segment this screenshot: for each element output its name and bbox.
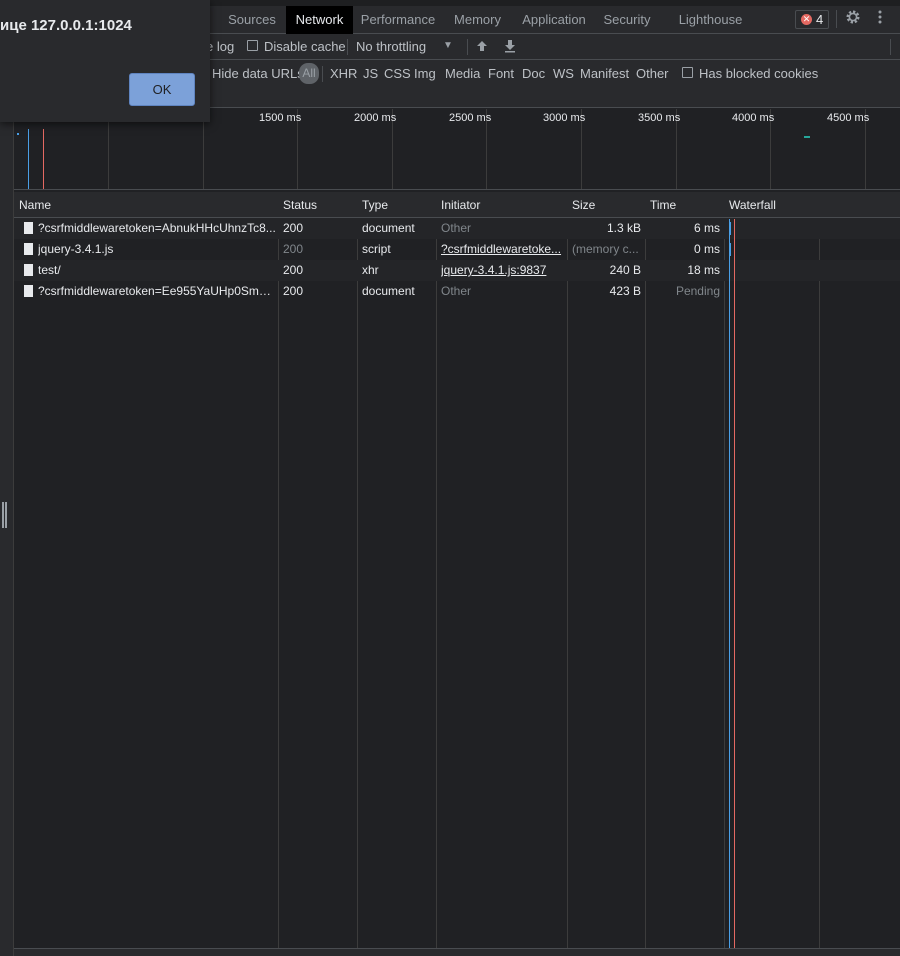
export-har-icon[interactable] (503, 39, 517, 53)
request-time: 6 ms (693, 221, 720, 235)
overview-tick: 2000 ms (354, 112, 397, 124)
request-status: 200 (283, 263, 304, 277)
waterfall-dom-content-loaded-line (729, 219, 730, 948)
column-name[interactable]: Name (14, 192, 51, 218)
request-type: document (362, 221, 415, 235)
column-waterfall[interactable]: Waterfall (724, 192, 776, 218)
chevron-down-icon[interactable]: ▼ (443, 40, 453, 51)
tab-application[interactable]: Application (517, 6, 591, 34)
disable-cache-checkbox[interactable] (247, 40, 258, 51)
overview-tick: 4000 ms (732, 112, 775, 124)
filter-media[interactable]: Media (445, 66, 480, 81)
error-count-badge[interactable]: ✕ 4 (795, 10, 829, 29)
tab-security[interactable]: Security (601, 6, 653, 34)
resize-handle[interactable] (2, 502, 7, 528)
request-name[interactable]: test/ (38, 260, 276, 281)
overview-request-bar (804, 136, 810, 138)
disable-cache-label[interactable]: Disable cache (264, 39, 346, 54)
import-har-icon[interactable] (475, 39, 489, 53)
requests-table-header: Name Status Type Initiator Size Time Wat… (14, 192, 900, 218)
request-time: Pending (675, 284, 720, 298)
hide-data-urls-label[interactable]: Hide data URLs (212, 66, 304, 81)
preserve-log-label[interactable]: e log (206, 39, 234, 54)
table-row[interactable]: ?csrfmiddlewaretoken=AbnukHHcUhnzTc8... … (14, 218, 900, 239)
column-initiator[interactable]: Initiator (436, 192, 480, 218)
table-row[interactable]: jquery-3.4.1.js 200 script ?csrfmiddlewa… (14, 239, 900, 260)
dom-content-loaded-line (28, 129, 29, 189)
column-type[interactable]: Type (357, 192, 388, 218)
request-size: 240 B (609, 263, 641, 277)
tab-network[interactable]: Network (286, 6, 353, 34)
ok-button[interactable]: OK (129, 73, 195, 106)
error-icon: ✕ (801, 14, 812, 25)
request-time: 18 ms (687, 263, 720, 277)
more-options-icon[interactable] (876, 9, 884, 25)
filter-other[interactable]: Other (636, 66, 669, 81)
filter-manifest[interactable]: Manifest (580, 66, 629, 81)
request-time: 0 ms (693, 242, 720, 256)
request-name[interactable]: ?csrfmiddlewaretoken=AbnukHHcUhnzTc8... (38, 218, 276, 239)
request-status: 200 (283, 221, 304, 235)
overview-tick: 2500 ms (449, 112, 492, 124)
throttling-select[interactable]: No throttling (356, 39, 426, 54)
has-blocked-cookies-label[interactable]: Has blocked cookies (699, 66, 818, 81)
column-time[interactable]: Time (645, 192, 676, 218)
request-type: document (362, 284, 415, 298)
request-status: 200 (283, 284, 304, 298)
xhr-icon (24, 264, 33, 276)
filter-font[interactable]: Font (488, 66, 514, 81)
table-row[interactable]: ?csrfmiddlewaretoken=Ee955YaUHp0SmcE... … (14, 281, 900, 302)
request-size: 1.3 kB (606, 221, 641, 235)
overview-tick: 3000 ms (543, 112, 586, 124)
load-event-line (43, 129, 44, 189)
left-panel-strip (0, 0, 14, 956)
error-count: 4 (816, 12, 824, 27)
column-size[interactable]: Size (567, 192, 595, 218)
filter-js[interactable]: JS (363, 66, 378, 81)
filter-css[interactable]: CSS (384, 66, 411, 81)
tab-memory[interactable]: Memory (447, 6, 508, 34)
request-type: script (362, 242, 391, 256)
document-icon (24, 222, 33, 234)
overview-tick: 1500 ms (259, 112, 302, 124)
overview-marker (17, 133, 19, 135)
tab-sources[interactable]: Sources (222, 6, 282, 34)
has-blocked-cookies-checkbox[interactable] (682, 67, 693, 78)
request-size: (memory c... (572, 242, 639, 256)
document-icon (24, 285, 33, 297)
waterfall-load-line (734, 219, 735, 948)
request-initiator-link[interactable]: jquery-3.4.1.js:9837 (441, 260, 563, 281)
request-size: 423 B (609, 284, 641, 298)
overview-tick: 4500 ms (827, 112, 870, 124)
script-icon (24, 243, 33, 255)
filter-ws[interactable]: WS (553, 66, 574, 81)
request-name[interactable]: ?csrfmiddlewaretoken=Ee955YaUHp0SmcE... (38, 281, 276, 302)
table-row[interactable]: test/ 200 xhr jquery-3.4.1.js:9837 240 B… (14, 260, 900, 281)
request-type: xhr (362, 263, 379, 277)
filter-xhr[interactable]: XHR (330, 66, 357, 81)
request-initiator: Other (441, 284, 472, 298)
alert-dialog: ице 127.0.0.1:1024 OK (0, 0, 210, 122)
filter-all-button[interactable]: All (299, 63, 319, 84)
request-status: 200 (283, 242, 304, 256)
filter-img[interactable]: Img (414, 66, 436, 81)
dialog-title: ице 127.0.0.1:1024 (0, 17, 132, 34)
request-initiator: Other (441, 221, 472, 235)
request-name[interactable]: jquery-3.4.1.js (38, 239, 276, 260)
tab-lighthouse[interactable]: Lighthouse (675, 6, 746, 34)
status-bar (14, 948, 900, 956)
tab-performance[interactable]: Performance (359, 6, 437, 34)
column-status[interactable]: Status (278, 192, 317, 218)
filter-doc[interactable]: Doc (522, 66, 545, 81)
request-initiator-link[interactable]: ?csrfmiddlewaretoke... (441, 239, 563, 260)
overview-tick: 3500 ms (638, 112, 681, 124)
gear-icon[interactable] (845, 9, 861, 25)
